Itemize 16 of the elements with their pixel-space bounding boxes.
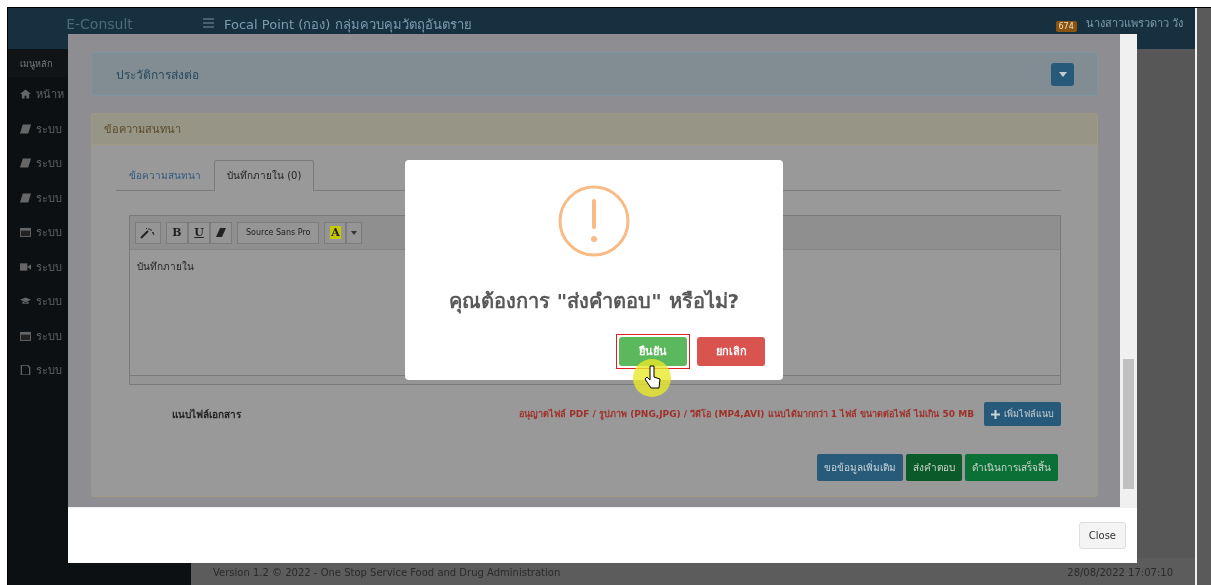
notification-badge: 674 xyxy=(1055,21,1077,32)
sidebar-label: ระบบ xyxy=(36,156,62,173)
dialog-message: คุณต้องการ "ส่งคำตอบ" หรือไม่? xyxy=(448,288,740,316)
app-logo: E-Consult xyxy=(66,16,133,34)
sidebar-label: ระบบ xyxy=(36,363,62,380)
sidebar-label: ระบบ xyxy=(36,190,62,207)
page-title: Focal Point (กอง) กลุ่มควบคุมวัตถุอันตราย xyxy=(224,16,472,35)
sidebar-label: ระบบ xyxy=(36,225,62,242)
attach-label: แนบไฟล์เอกสาร xyxy=(172,407,242,422)
sidebar-label: หน้าห xyxy=(36,87,64,104)
sidebar-label: ระบบ xyxy=(36,259,62,276)
sidebar-label: ระบบ xyxy=(36,328,62,345)
attach-note: อนุญาตไฟล์ PDF / รูปภาพ (PNG,JPG) / วีดีโอ (MP4,AVI) แนบได้มากกว่า 1 ไฟล์ ขนาดต่อไฟล์ ไม่เกิน 50 MB xyxy=(518,407,975,421)
sidebar-label: ระบบ xyxy=(36,294,62,311)
sidebar-label: ระบบ xyxy=(36,121,62,138)
panel-title: ข้อความสนทนา xyxy=(104,122,181,138)
